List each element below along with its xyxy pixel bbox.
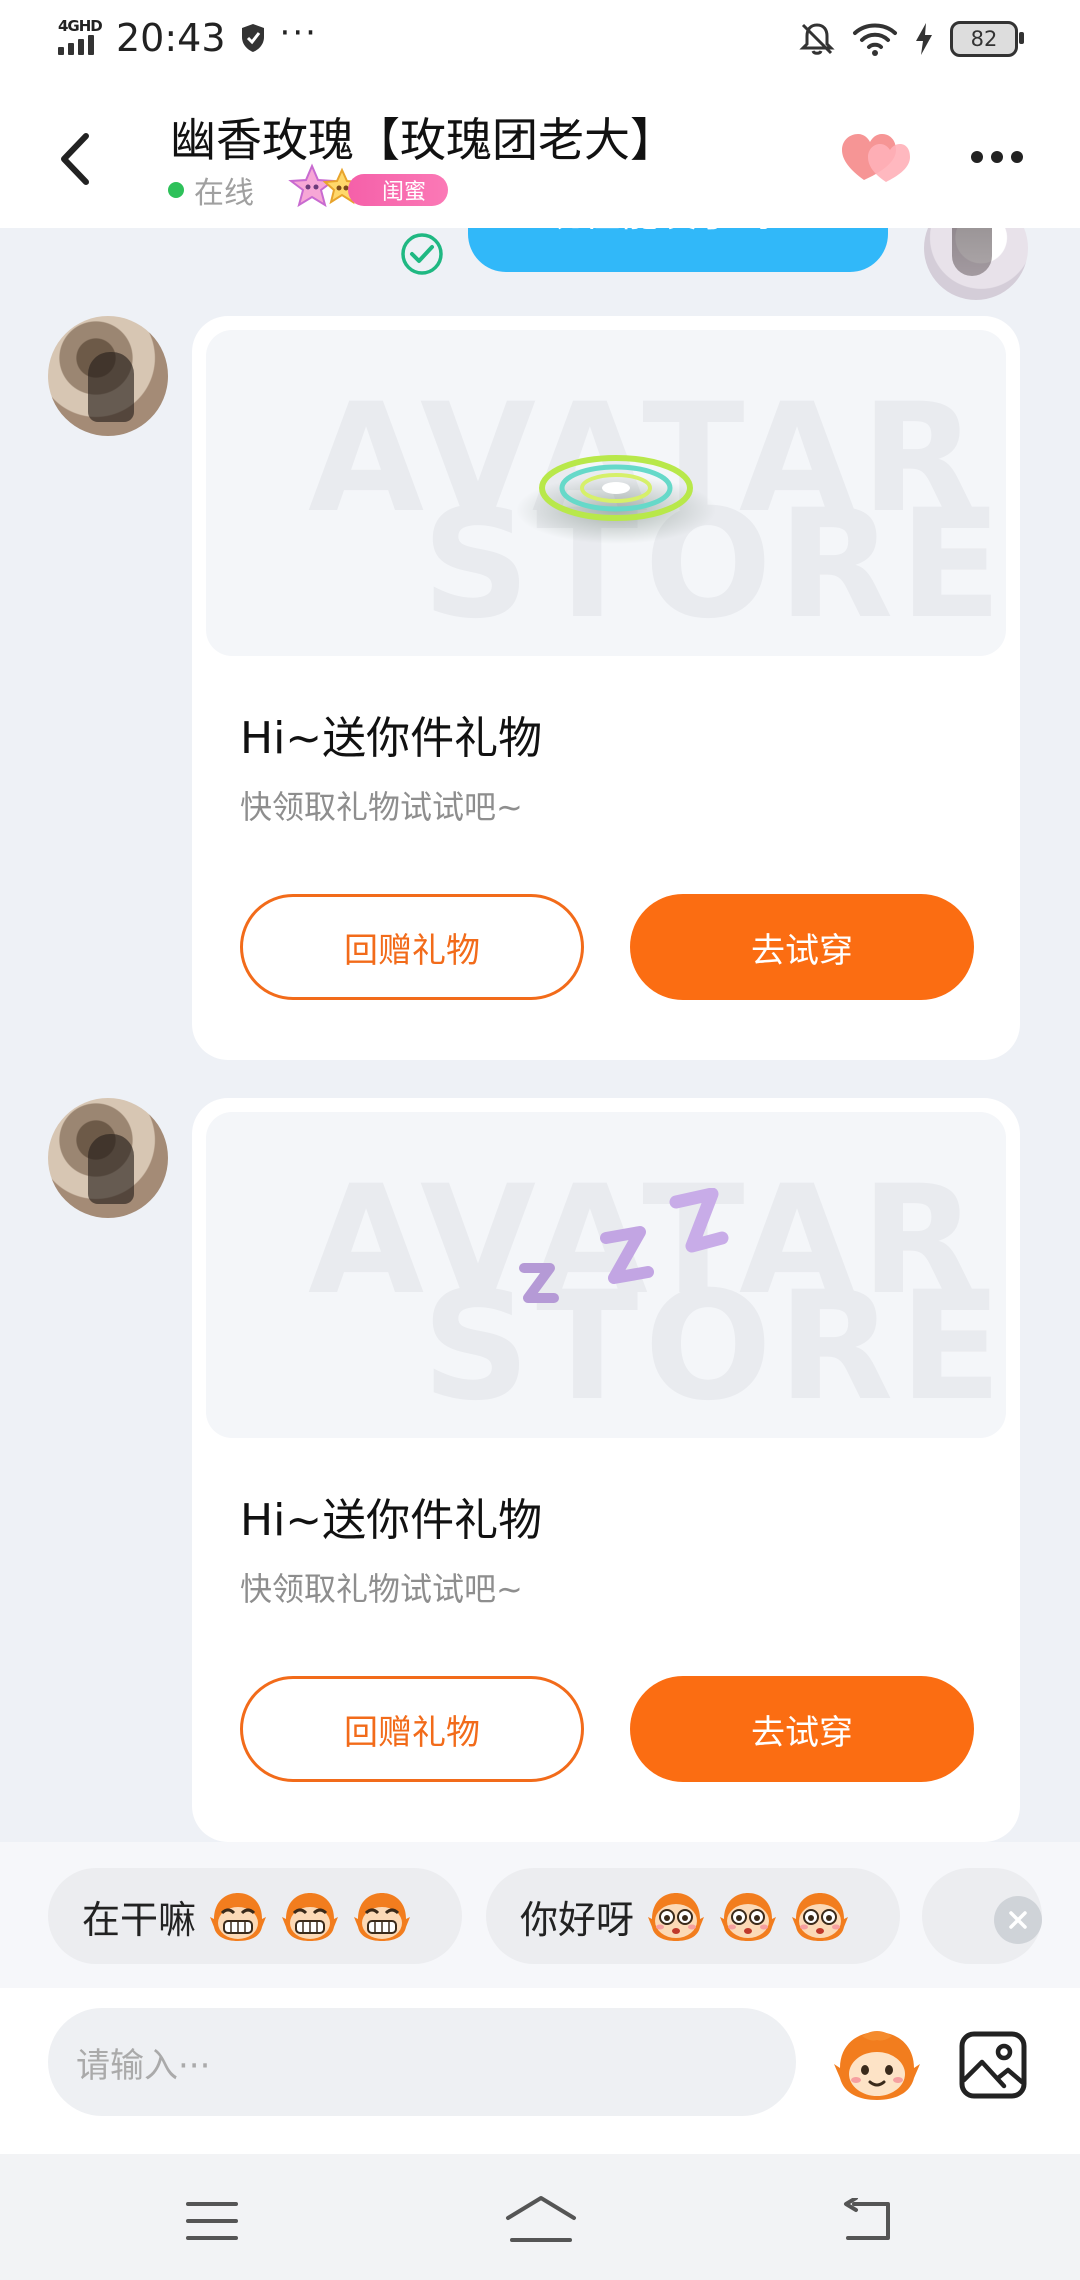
back-nav-icon[interactable] (840, 2198, 896, 2244)
more-options-button[interactable] (966, 142, 1028, 172)
input-bar: 请输入··· (0, 1988, 1080, 2154)
more-dot (1011, 151, 1023, 163)
more-dot (991, 151, 1003, 163)
gift-preview[interactable]: AVATAR STORE (206, 330, 1006, 656)
grinning-monkey-icon (210, 1893, 267, 1941)
battery-icon: 82 (950, 21, 1024, 57)
network-indicator: 4GHD (58, 17, 103, 59)
shield-icon (241, 24, 264, 52)
menu-icon[interactable] (184, 2198, 240, 2244)
status-left: 4GHD 20:43 ··· (58, 13, 318, 60)
quick-reply-chip[interactable]: 你好呀 (486, 1868, 900, 1964)
grinning-monkey-icon (354, 1893, 411, 1941)
sent-message-text: 现在能发了吗？ (468, 228, 888, 236)
status-bar: 4GHD 20:43 ··· 82 (0, 0, 1080, 80)
gift-card[interactable]: AVATAR STORE Hi~送你件礼物 快领取礼物试试吧~ 回赠礼物 去试穿 (192, 316, 1020, 1060)
try-on-button[interactable]: 去试穿 (630, 1676, 974, 1782)
quick-reply-chip[interactable]: 在干嘛 (48, 1868, 462, 1964)
grinning-monkey-icon (282, 1893, 339, 1941)
quick-reply-text: 你好呀 (520, 1897, 635, 1942)
close-icon (1009, 1911, 1027, 1929)
return-gift-button[interactable]: 回赠礼物 (240, 894, 584, 1000)
back-button[interactable] (56, 124, 106, 194)
presence-row: 在线 闺蜜 (168, 163, 448, 212)
sent-message-bubble[interactable]: 现在能发了吗？ (468, 228, 888, 272)
gift-subtitle: 快领取礼物试试吧~ (240, 1570, 523, 1608)
battery-level: 82 (970, 27, 998, 51)
status-right: 82 (798, 20, 1024, 58)
more-dot (971, 151, 983, 163)
peer-avatar[interactable] (48, 1098, 168, 1218)
badge-label: 闺蜜 (348, 174, 448, 206)
mascot-emoji-icon[interactable] (832, 2028, 922, 2104)
gift-title: Hi~送你件礼物 (240, 713, 543, 764)
gift-preview[interactable]: AVATAR STORE (206, 1112, 1006, 1438)
try-on-button[interactable]: 去试穿 (630, 894, 974, 1000)
intimacy-hearts-icon[interactable] (840, 130, 912, 186)
status-more-indicator: ··· (279, 13, 318, 53)
gift-halo-icon (516, 455, 716, 544)
quick-replies-bar: 在干嘛 你好呀 (0, 1842, 1080, 1988)
home-icon[interactable] (504, 2194, 578, 2246)
online-status: 在线 (194, 176, 254, 211)
read-check-icon (401, 233, 443, 275)
wide-eyed-monkey-icon (720, 1893, 777, 1941)
signal-bars-icon (58, 35, 94, 55)
wide-eyed-monkey-icon (792, 1893, 849, 1941)
network-label: 4GHD (58, 17, 103, 35)
chat-header: 幽香玫瑰【玫瑰团老大】 在线 闺蜜 (0, 80, 1080, 228)
gift-subtitle: 快领取礼物试试吧~ (240, 788, 523, 826)
gift-card[interactable]: AVATAR STORE Hi~送你件礼物 快领取礼物试试吧~ 回赠礼物 去试穿 (192, 1098, 1020, 1842)
wifi-icon (853, 23, 897, 56)
sleep-zzz-icon (519, 1188, 729, 1303)
peer-avatar[interactable] (48, 316, 168, 436)
online-dot (168, 182, 184, 198)
system-nav-bar (0, 2154, 1080, 2280)
chat-area[interactable]: 现在能发了吗？ AVATAR STORE (0, 228, 1080, 1842)
mute-bell-icon (799, 23, 835, 55)
close-quick-replies-button[interactable] (994, 1896, 1042, 1944)
charging-bolt-icon (916, 23, 932, 55)
clock: 20:43 (116, 16, 226, 60)
image-icon[interactable] (958, 2030, 1028, 2100)
self-avatar[interactable] (924, 228, 1028, 300)
gift-title: Hi~送你件礼物 (240, 1495, 543, 1546)
chevron-left-icon (61, 133, 89, 185)
return-gift-button[interactable]: 回赠礼物 (240, 1676, 584, 1782)
quick-reply-text: 在干嘛 (82, 1897, 197, 1942)
relationship-badge[interactable]: 闺蜜 (286, 163, 448, 210)
chat-title: 幽香玫瑰【玫瑰团老大】 (170, 113, 676, 167)
message-input[interactable]: 请输入··· (48, 2008, 796, 2116)
wide-eyed-monkey-icon (648, 1893, 705, 1941)
